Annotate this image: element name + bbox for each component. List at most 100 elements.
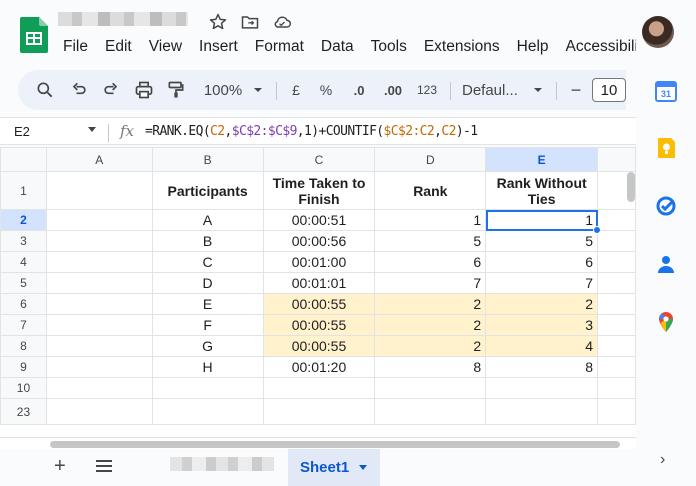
row-header-4[interactable]: 4: [0, 251, 47, 273]
menu-file[interactable]: File: [63, 38, 88, 56]
cell-f4[interactable]: [597, 251, 636, 273]
empty-cell[interactable]: [597, 398, 636, 425]
cell-c3[interactable]: 00:00:56: [262, 230, 376, 252]
cell-e3[interactable]: 5: [485, 230, 599, 252]
cell-f5[interactable]: [597, 272, 636, 294]
maps-icon[interactable]: [655, 311, 677, 333]
empty-cell[interactable]: [45, 377, 153, 399]
cloud-status-icon[interactable]: [272, 12, 292, 32]
menu-help[interactable]: Help: [517, 38, 549, 56]
cell-c2[interactable]: 00:00:51: [262, 209, 376, 231]
cell-d8[interactable]: 2: [374, 335, 487, 357]
cell-a2[interactable]: [45, 209, 153, 231]
cell-e2[interactable]: 1: [485, 209, 599, 231]
zoom-select[interactable]: 100%: [200, 78, 246, 102]
cell-a7[interactable]: [45, 314, 153, 336]
row-header-9[interactable]: 9: [0, 356, 47, 378]
menu-extensions[interactable]: Extensions: [424, 38, 500, 56]
cell-d7[interactable]: 2: [374, 314, 487, 336]
spreadsheet-grid[interactable]: A B C D E 1 Participants Time Taken to F…: [0, 147, 636, 437]
cell-d5[interactable]: 7: [374, 272, 487, 294]
fill-handle[interactable]: [592, 225, 601, 234]
name-box[interactable]: E2: [14, 124, 30, 139]
redo-icon[interactable]: [100, 78, 122, 102]
column-header-c[interactable]: C: [262, 147, 376, 172]
menu-accessibility[interactable]: Accessibili: [566, 38, 638, 56]
cell-a1[interactable]: [45, 171, 153, 210]
cell-b4[interactable]: C: [151, 251, 264, 273]
more-formats-button[interactable]: 123: [414, 78, 440, 102]
sheets-logo-icon[interactable]: [20, 17, 48, 53]
paint-format-icon[interactable]: [165, 78, 187, 102]
menu-view[interactable]: View: [149, 38, 182, 56]
cell-b2[interactable]: A: [151, 209, 264, 231]
menu-edit[interactable]: Edit: [105, 38, 132, 56]
row-header-2[interactable]: 2: [0, 209, 47, 231]
menu-insert[interactable]: Insert: [199, 38, 238, 56]
cell-a5[interactable]: [45, 272, 153, 294]
column-header-e[interactable]: E: [485, 147, 599, 172]
cell-b9[interactable]: H: [151, 356, 264, 378]
column-header-b[interactable]: B: [151, 147, 264, 172]
cell-f8[interactable]: [597, 335, 636, 357]
cell-c6[interactable]: 00:00:55: [262, 293, 376, 315]
empty-cell[interactable]: [151, 377, 264, 399]
decrease-font-size-button[interactable]: −: [568, 78, 584, 102]
chevron-down-icon[interactable]: [532, 78, 544, 102]
sheet-tab-redacted[interactable]: [170, 457, 274, 471]
cell-a6[interactable]: [45, 293, 153, 315]
formula-input[interactable]: =RANK.EQ(C2,$C$2:$C$9,1)+COUNTIF($C$2:C2…: [145, 124, 478, 139]
cell-a9[interactable]: [45, 356, 153, 378]
empty-cell[interactable]: [597, 377, 636, 399]
row-header-7[interactable]: 7: [0, 314, 47, 336]
cell-d6[interactable]: 2: [374, 293, 487, 315]
cell-f9[interactable]: [597, 356, 636, 378]
cell-e9[interactable]: 8: [485, 356, 599, 378]
cell-a3[interactable]: [45, 230, 153, 252]
calendar-icon[interactable]: 31: [655, 80, 677, 102]
empty-cell[interactable]: [374, 377, 487, 399]
undo-icon[interactable]: [68, 78, 90, 102]
cell-d2[interactable]: 1: [374, 209, 487, 231]
row-header-5[interactable]: 5: [0, 272, 47, 294]
row-header-6[interactable]: 6: [0, 293, 47, 315]
print-icon[interactable]: [133, 78, 155, 102]
increase-decimal-button[interactable]: .00: [380, 78, 406, 102]
sheet-tab-active[interactable]: Sheet1: [288, 449, 380, 486]
cell-e5[interactable]: 7: [485, 272, 599, 294]
add-sheet-button[interactable]: +: [54, 455, 66, 478]
cell-f2[interactable]: [597, 209, 636, 231]
row-header-1[interactable]: 1: [0, 171, 47, 210]
tasks-icon[interactable]: [655, 195, 677, 217]
menu-tools[interactable]: Tools: [371, 38, 407, 56]
currency-button[interactable]: £: [286, 78, 306, 102]
select-all-corner[interactable]: [0, 147, 47, 172]
avatar[interactable]: [642, 16, 674, 48]
empty-cell[interactable]: [485, 377, 599, 399]
empty-cell[interactable]: [151, 398, 264, 425]
cell-b6[interactable]: E: [151, 293, 264, 315]
search-menus-icon[interactable]: [34, 78, 56, 102]
chevron-down-icon[interactable]: [252, 78, 264, 102]
horizontal-scrollbar[interactable]: [50, 441, 620, 448]
cell-d1[interactable]: Rank: [374, 171, 487, 210]
menu-format[interactable]: Format: [255, 38, 304, 56]
cell-e7[interactable]: 3: [485, 314, 599, 336]
star-icon[interactable]: [208, 12, 228, 32]
row-header-3[interactable]: 3: [0, 230, 47, 252]
cell-d4[interactable]: 6: [374, 251, 487, 273]
cell-b7[interactable]: F: [151, 314, 264, 336]
decrease-decimal-button[interactable]: .0: [348, 78, 370, 102]
cell-b8[interactable]: G: [151, 335, 264, 357]
chevron-right-icon[interactable]: ›: [660, 451, 665, 469]
cell-c4[interactable]: 00:01:00: [262, 251, 376, 273]
empty-cell[interactable]: [485, 398, 599, 425]
empty-cell[interactable]: [262, 398, 376, 425]
empty-cell[interactable]: [374, 398, 487, 425]
cell-b3[interactable]: B: [151, 230, 264, 252]
document-title-redacted[interactable]: [58, 12, 188, 26]
chevron-down-icon[interactable]: [88, 127, 96, 132]
font-size-input[interactable]: 10: [592, 78, 626, 102]
cell-d9[interactable]: 8: [374, 356, 487, 378]
cell-b5[interactable]: D: [151, 272, 264, 294]
